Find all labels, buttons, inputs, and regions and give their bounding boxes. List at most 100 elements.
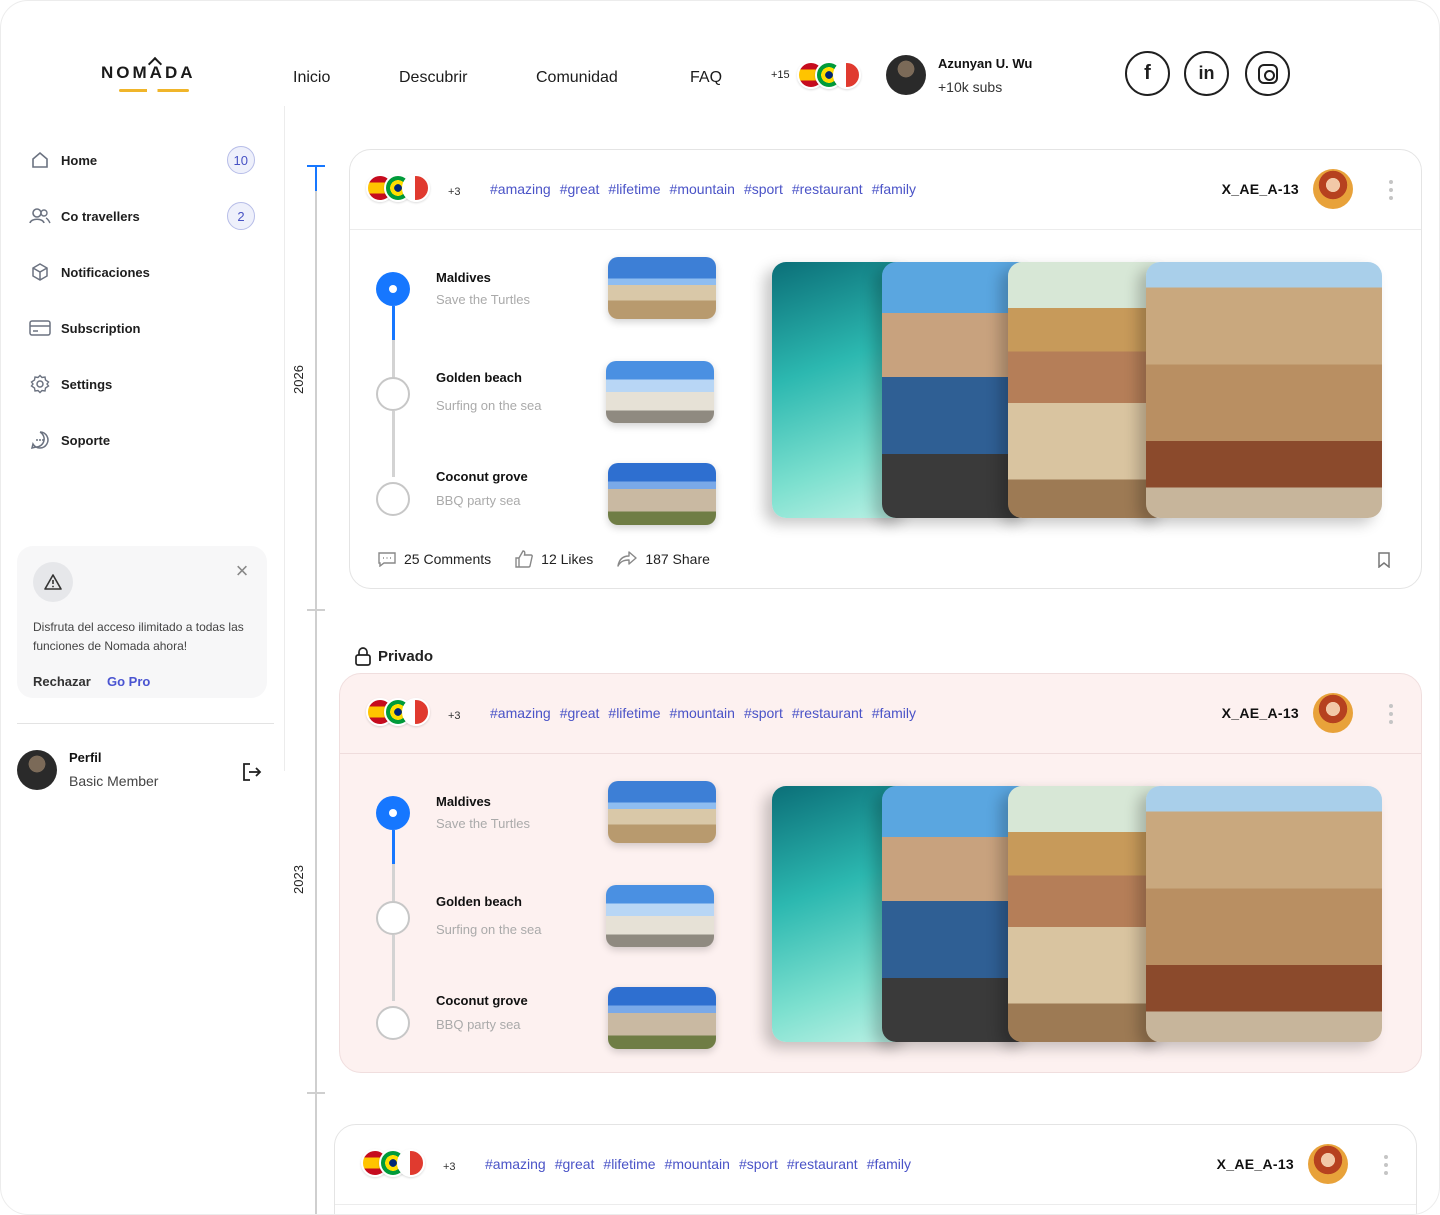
nav-user-subs: +10k subs (938, 79, 1003, 95)
card-flags[interactable] (366, 174, 430, 202)
profile-name[interactable]: Perfil (69, 750, 102, 765)
more-options-icon[interactable] (1389, 180, 1395, 200)
tag[interactable]: #restaurant (792, 705, 863, 721)
stop-subtitle: Save the Turtles (436, 292, 530, 307)
route-line (392, 340, 395, 378)
facebook-icon: f (1144, 62, 1151, 84)
users-icon (29, 205, 51, 227)
co-travellers-badge: 2 (227, 202, 255, 230)
gallery-photo[interactable] (1008, 262, 1168, 518)
more-options-icon[interactable] (1384, 1155, 1390, 1175)
tag[interactable]: #lifetime (608, 705, 660, 721)
nav-descubrir[interactable]: Descubrir (399, 69, 467, 87)
share-count: 187 Share (645, 551, 710, 567)
gallery-photo[interactable] (1008, 786, 1168, 1042)
tag[interactable]: #restaurant (787, 1156, 858, 1172)
tag[interactable]: #lifetime (603, 1156, 655, 1172)
sidebar-item-settings[interactable]: Settings (29, 369, 259, 399)
reject-button[interactable]: Rechazar (33, 674, 91, 689)
thumbs-up-icon (515, 550, 534, 568)
tag[interactable]: #sport (739, 1156, 778, 1172)
tag[interactable]: #great (560, 705, 600, 721)
tag[interactable]: #family (872, 705, 916, 721)
sidebar-item-label: Settings (61, 376, 113, 392)
card-username[interactable]: X_AE_A-13 (1217, 1156, 1294, 1172)
card-username[interactable]: X_AE_A-13 (1222, 705, 1299, 721)
sidebar-item-co-travellers[interactable]: Co travellers 2 (29, 201, 259, 231)
gear-icon (29, 373, 51, 395)
facebook-button[interactable]: f (1125, 51, 1170, 96)
profile-divider (17, 723, 274, 724)
stop-thumbnail[interactable] (608, 463, 716, 525)
nav-flags[interactable] (797, 61, 861, 89)
tag[interactable]: #amazing (490, 705, 551, 721)
stop-thumbnail[interactable] (606, 885, 714, 947)
tag[interactable]: #sport (744, 181, 783, 197)
flag-extra-count: +3 (448, 710, 461, 722)
avatar[interactable] (1308, 1144, 1348, 1184)
sidebar-item-subscription[interactable]: Subscription (29, 313, 259, 343)
tag[interactable]: #mountain (670, 705, 735, 721)
sidebar-item-home[interactable]: Home 10 (29, 145, 259, 175)
logo[interactable]: NOMADA (101, 63, 196, 83)
nav-faq[interactable]: FAQ (690, 69, 722, 87)
avatar[interactable] (17, 750, 57, 790)
logo-underline (119, 89, 189, 92)
share-icon (617, 551, 638, 567)
tag[interactable]: #great (560, 181, 600, 197)
stop-thumbnail[interactable] (608, 781, 716, 843)
nav-comunidad[interactable]: Comunidad (536, 69, 618, 87)
tag[interactable]: #sport (744, 705, 783, 721)
stop-subtitle: Save the Turtles (436, 816, 530, 831)
card-username[interactable]: X_AE_A-13 (1222, 181, 1299, 197)
close-icon[interactable]: × (233, 560, 251, 582)
tag-list: #amazing #great #lifetime #mountain #spo… (490, 705, 916, 721)
linkedin-icon: in (1198, 63, 1215, 83)
tag[interactable]: #great (555, 1156, 595, 1172)
card-header: +3 #amazing #great #lifetime #mountain #… (350, 150, 1421, 230)
nav-user-name[interactable]: Azunyan U. Wu (938, 56, 1032, 71)
tag[interactable]: #mountain (665, 1156, 730, 1172)
tag[interactable]: #family (872, 181, 916, 197)
stop-thumbnail[interactable] (606, 361, 714, 423)
nav-inicio[interactable]: Inicio (293, 69, 330, 87)
tag[interactable]: #mountain (670, 181, 735, 197)
tag[interactable]: #family (867, 1156, 911, 1172)
sidebar-item-soporte[interactable]: Soporte (29, 425, 259, 455)
stop-subtitle: Surfing on the sea (436, 922, 542, 937)
photo-gallery[interactable] (772, 262, 1382, 518)
sidebar-item-label: Subscription (61, 320, 141, 336)
gallery-photo[interactable] (1146, 786, 1382, 1042)
share-button[interactable]: 187 Share (617, 551, 710, 567)
route-stop-dot (376, 901, 410, 935)
tag[interactable]: #lifetime (608, 181, 660, 197)
card-flags[interactable] (361, 1149, 425, 1177)
bookmark-icon[interactable] (1377, 552, 1391, 568)
route-line (392, 411, 395, 477)
likes-button[interactable]: 12 Likes (515, 550, 593, 568)
instagram-button[interactable] (1245, 51, 1290, 96)
sidebar-item-label: Home (61, 152, 98, 168)
photo-gallery[interactable] (772, 786, 1382, 1042)
flag-extra-count: +3 (448, 186, 461, 198)
card-flags[interactable] (366, 698, 430, 726)
more-options-icon[interactable] (1389, 704, 1395, 724)
tag[interactable]: #amazing (485, 1156, 546, 1172)
stop-thumbnail[interactable] (608, 257, 716, 319)
avatar[interactable] (1313, 693, 1353, 733)
linkedin-button[interactable]: in (1184, 51, 1229, 96)
go-pro-button[interactable]: Go Pro (107, 674, 150, 689)
comments-button[interactable]: 25 Comments (378, 551, 491, 567)
italy-flag-icon (397, 1149, 425, 1177)
avatar[interactable] (1313, 169, 1353, 209)
sidebar-item-notificaciones[interactable]: Notificaciones (29, 257, 259, 287)
card-header: +3 #amazing #great #lifetime #mountain #… (340, 674, 1421, 754)
stop-title: Coconut grove (436, 469, 528, 484)
instagram-icon (1257, 63, 1278, 84)
tag[interactable]: #amazing (490, 181, 551, 197)
logout-icon[interactable] (241, 761, 263, 783)
tag[interactable]: #restaurant (792, 181, 863, 197)
stop-thumbnail[interactable] (608, 987, 716, 1049)
gallery-photo[interactable] (1146, 262, 1382, 518)
nav-user-avatar[interactable] (886, 55, 926, 95)
